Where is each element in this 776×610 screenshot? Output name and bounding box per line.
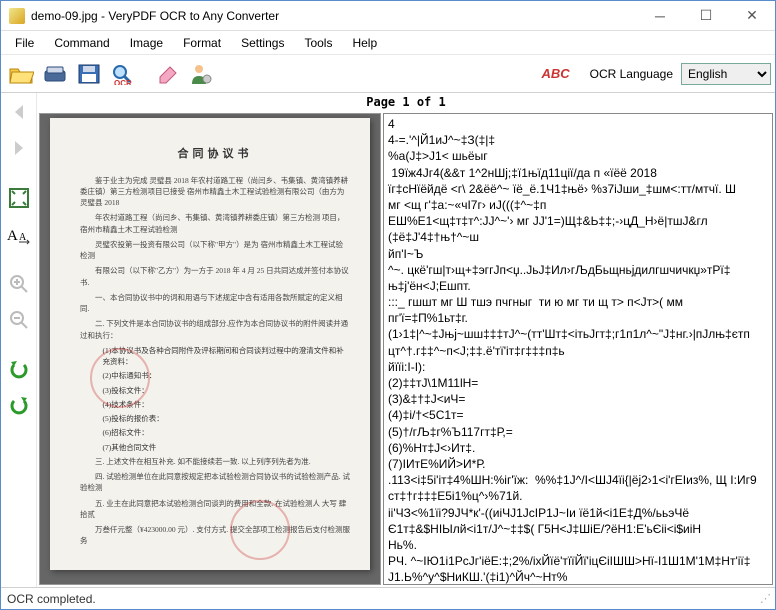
arrow-right-icon (8, 137, 30, 159)
doc-paragraph: 年农村道路工程（尚闫乡、韦集镇、黄湾镇养耕委庄镇）第三方检测 项目，宿州市精鑫土… (80, 212, 350, 235)
ocr-language-label: OCR Language (590, 67, 673, 81)
resize-grip-icon[interactable]: ⋰ (760, 592, 769, 605)
toolbar: OCR ABC OCR Language English (1, 55, 775, 93)
actual-size-button[interactable]: AA (4, 219, 34, 249)
maximize-button[interactable]: ☐ (683, 1, 729, 31)
zoom-out-button[interactable] (4, 305, 34, 335)
doc-paragraph: 一、本合同协议书中的词和用语与下述规定中含有适用各款所赋定的定义相同. (80, 292, 350, 315)
prev-page-button[interactable] (4, 97, 34, 127)
scan-button[interactable] (39, 58, 71, 90)
ocr-output-textarea[interactable] (383, 113, 773, 585)
image-preview-pane[interactable]: 合同协议书 鉴于业主为完成 灵璧县 2018 年农村道路工程（尚闫乡、韦集镇、黄… (39, 113, 381, 585)
eraser-button[interactable] (151, 58, 183, 90)
doc-paragraph: 万叁仟元整（¥423000.00 元）. 支付方式. 提交全部项工检测报告后支付… (80, 524, 350, 547)
open-folder-icon (8, 63, 34, 85)
doc-paragraph: 鉴于业主为完成 灵璧县 2018 年农村道路工程（尚闫乡、韦集镇、黄湾镇养耕委庄… (80, 175, 350, 209)
window-title: demo-09.jpg - VeryPDF OCR to Any Convert… (31, 9, 637, 23)
list-item: (5)投标的报价表： (103, 413, 351, 424)
magnifier-ocr-icon: OCR (110, 63, 136, 85)
ocr-text-pane (383, 113, 773, 585)
ocr-button[interactable]: OCR (107, 58, 139, 90)
zoom-out-icon (8, 309, 30, 331)
rotate-right-button[interactable] (4, 391, 34, 421)
next-page-button[interactable] (4, 133, 34, 163)
save-button[interactable] (73, 58, 105, 90)
minimize-button[interactable]: ─ (637, 1, 683, 31)
rotate-right-icon (8, 395, 30, 417)
title-bar: demo-09.jpg - VeryPDF OCR to Any Convert… (1, 1, 775, 31)
app-icon (9, 8, 25, 24)
scanner-icon (42, 63, 68, 85)
rotate-left-icon (8, 359, 30, 381)
side-toolbar: AA (1, 93, 37, 587)
fit-page-icon (7, 186, 31, 210)
menu-tools[interactable]: Tools (294, 33, 342, 53)
ocr-language-select[interactable]: English (681, 63, 771, 85)
rotate-left-button[interactable] (4, 355, 34, 385)
fit-page-button[interactable] (4, 183, 34, 213)
floppy-disk-icon (76, 63, 102, 85)
abc-spellcheck-icon: ABC (541, 66, 569, 81)
arrow-left-icon (8, 101, 30, 123)
list-item: (6)招标文件： (103, 427, 351, 438)
status-bar: OCR completed. ⋰ (1, 587, 775, 609)
doc-paragraph: 二. 下列文件是本合同协议书的组成部分.应作为本合同协议书的附件阅读并通过和执行… (80, 318, 350, 341)
svg-text:A: A (19, 232, 27, 243)
list-item: (7)其他合同文件 (103, 442, 351, 453)
doc-paragraph: 三. 上述文件在相互补充. 如不能接续若一致. 以上列序列先者为准. (80, 456, 350, 467)
red-stamp-icon (230, 500, 290, 560)
menu-command[interactable]: Command (44, 33, 119, 53)
document-page: 合同协议书 鉴于业主为完成 灵璧县 2018 年农村道路工程（尚闫乡、韦集镇、黄… (50, 118, 370, 570)
close-button[interactable]: ✕ (729, 1, 775, 31)
svg-text:A: A (7, 228, 18, 244)
text-size-icon: AA (6, 223, 32, 245)
status-text: OCR completed. (7, 592, 96, 606)
menu-file[interactable]: File (5, 33, 44, 53)
zoom-in-button[interactable] (4, 269, 34, 299)
doc-title: 合同协议书 (80, 146, 350, 163)
doc-paragraph: 四. 试验检测单位在此同意按规定把本试验检测合同协议书的试验检测产品. 试验检测 (80, 471, 350, 494)
doc-paragraph: 灵璧农投第一投资有限公司（以下称"甲方"）是为 宿州市精鑫土木工程试验检测 (80, 239, 350, 262)
menu-image[interactable]: Image (120, 33, 173, 53)
eraser-icon (154, 63, 180, 85)
menu-help[interactable]: Help (342, 33, 387, 53)
doc-paragraph: 五. 业主在此同意把本试验检测合同谈判的费用和全款. 在试验检测人 大写 肆拾贰 (80, 498, 350, 521)
red-stamp-icon (90, 348, 150, 408)
menu-settings[interactable]: Settings (231, 33, 294, 53)
user-settings-button[interactable] (185, 58, 217, 90)
page-indicator: Page 1 of 1 (37, 93, 775, 111)
zoom-in-icon (8, 273, 30, 295)
menu-format[interactable]: Format (173, 33, 231, 53)
menu-bar: File Command Image Format Settings Tools… (1, 31, 775, 55)
doc-paragraph: 有限公司（以下称"乙方"）为一方于 2018 年 4 月 25 日共同达成并签付… (80, 265, 350, 288)
user-gear-icon (188, 62, 214, 86)
open-file-button[interactable] (5, 58, 37, 90)
svg-text:OCR: OCR (114, 79, 132, 85)
